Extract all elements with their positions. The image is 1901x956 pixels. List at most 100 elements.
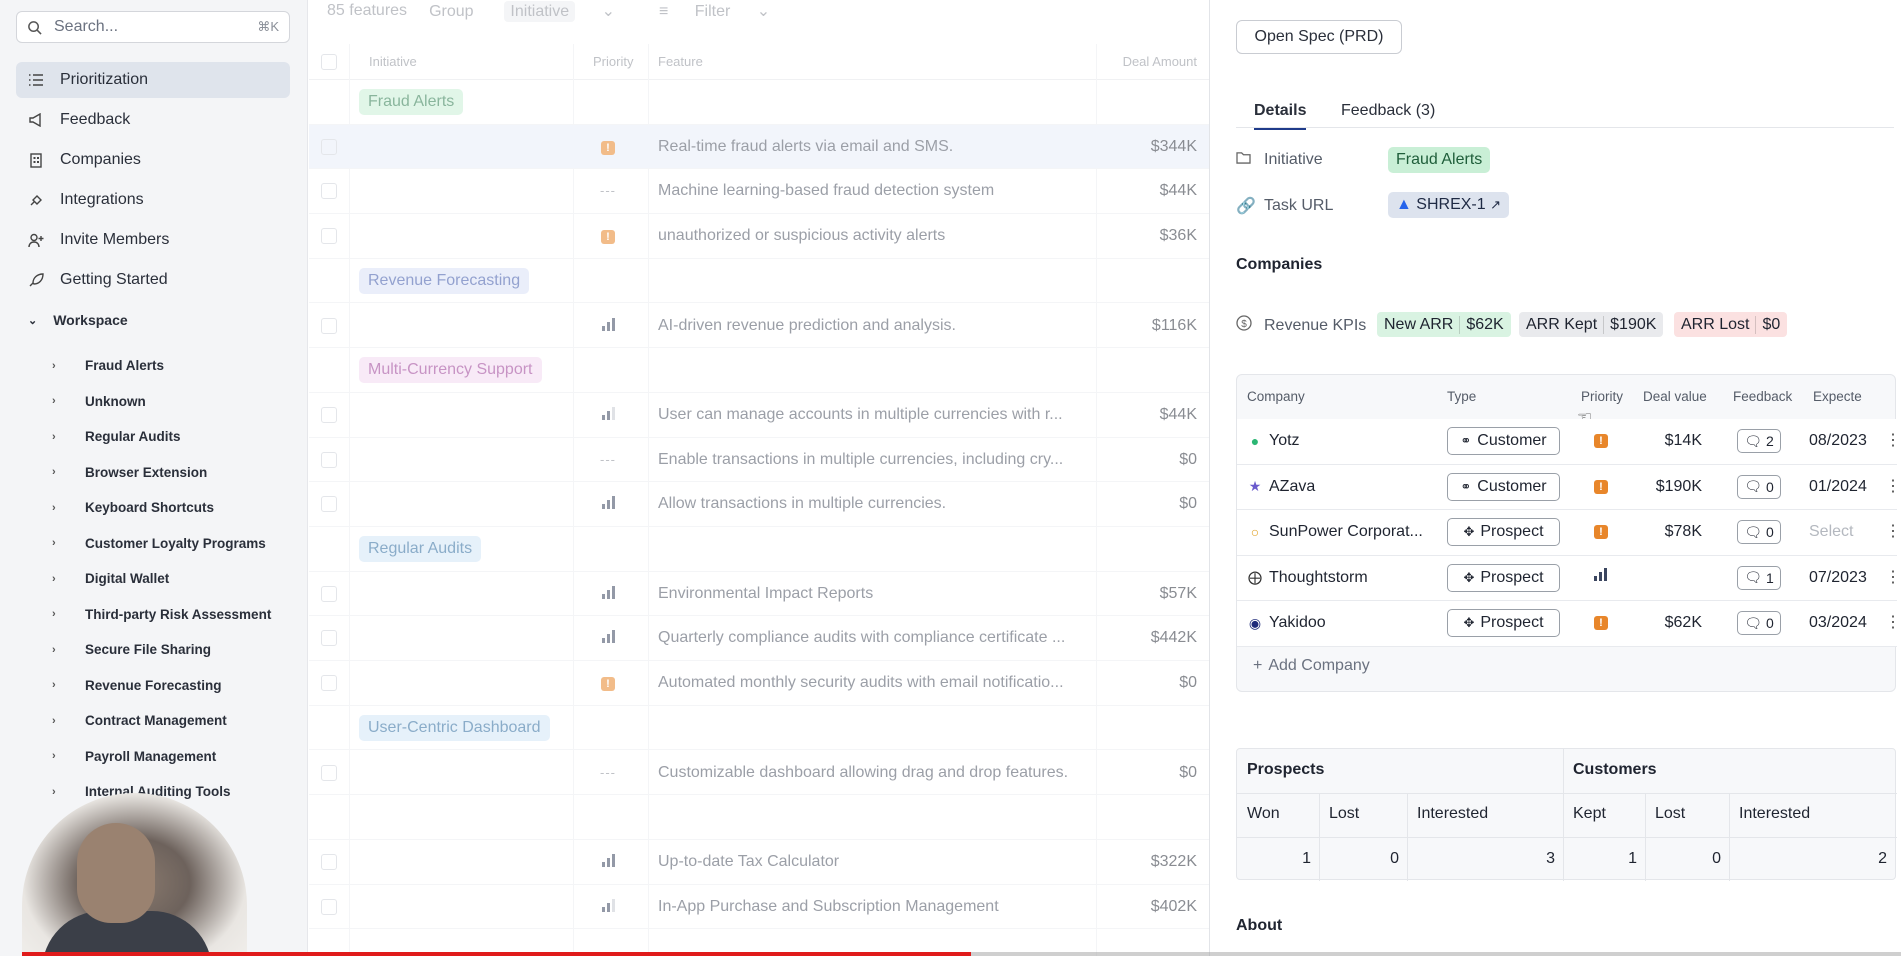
priority-cell[interactable]: ! <box>599 675 617 692</box>
tab-details[interactable]: Details <box>1254 102 1307 130</box>
priority-cell[interactable] <box>599 630 617 646</box>
column-deal-amount[interactable]: Deal Amount <box>1123 54 1197 69</box>
priority-cell[interactable] <box>599 317 617 334</box>
workspace-item[interactable]: › Regular Audits <box>52 419 271 455</box>
priority-cell[interactable] <box>599 585 617 602</box>
workspace-item[interactable]: › Contract Management <box>52 703 271 739</box>
group-row[interactable]: Revenue Forecasting <box>309 259 1209 304</box>
workspace-item[interactable]: › Third-party Risk Assessment <box>52 597 271 633</box>
group-row[interactable]: User-Centric Dashboard <box>309 706 1209 751</box>
company-priority[interactable] <box>1594 567 1610 584</box>
priority-cell[interactable] <box>599 898 617 915</box>
company-feedback-count[interactable]: 🗨 2 <box>1737 429 1781 453</box>
feature-row[interactable]: --- Customizable dashboard allowing drag … <box>309 751 1209 796</box>
group-control[interactable]: Group Initiative ⌄ <box>429 1 637 22</box>
row-checkbox[interactable] <box>321 585 337 602</box>
company-name[interactable]: ● Yotz <box>1247 432 1300 450</box>
row-checkbox[interactable] <box>321 317 337 334</box>
column-feature[interactable]: Feature <box>658 54 703 69</box>
row-checkbox[interactable] <box>321 451 337 468</box>
priority-cell[interactable] <box>599 853 617 870</box>
row-checkbox[interactable] <box>321 228 337 245</box>
feature-row[interactable]: --- Enable transactions in multiple curre… <box>309 438 1209 483</box>
company-feedback-count[interactable]: 🗨 0 <box>1737 520 1781 544</box>
workspace-item[interactable]: › Payroll Management <box>52 739 271 775</box>
feature-row[interactable]: User can manage accounts in multiple cur… <box>309 393 1209 438</box>
company-priority[interactable]: ! <box>1594 477 1610 494</box>
column-expected[interactable]: Expecte <box>1813 389 1868 404</box>
group-row[interactable]: Fraud Alerts <box>309 80 1209 125</box>
company-row[interactable]: ◉ Yakidoo ✥ Prospect! $62K 🗨 0 03/2024 ⋮ <box>1237 601 1901 647</box>
more-options-icon[interactable]: ⋮ <box>1885 521 1901 541</box>
company-type-select[interactable]: ✥ Prospect <box>1447 609 1560 637</box>
workspace-item[interactable]: › Customer Loyalty Programs <box>52 526 271 562</box>
more-options-icon[interactable]: ⋮ <box>1885 476 1901 496</box>
company-row[interactable]: ⨁ Thoughtstorm ✥ Prospect 🗨 1 07/2023 ⋮ <box>1237 555 1901 601</box>
company-type-select[interactable]: ✥ Prospect <box>1447 518 1560 546</box>
priority-cell[interactable]: ! <box>599 228 617 245</box>
company-expected-date[interactable]: 03/2024 <box>1809 614 1871 632</box>
search-input[interactable]: Search... ⌘K <box>16 11 290 43</box>
initiative-tag[interactable]: User-Centric Dashboard <box>359 714 550 741</box>
more-options-icon[interactable]: ⋮ <box>1885 430 1901 450</box>
column-feedback[interactable]: Feedback <box>1733 389 1792 404</box>
priority-cell[interactable]: --- <box>599 765 617 780</box>
initiative-tag[interactable]: Fraud Alerts <box>1388 147 1491 173</box>
more-options-icon[interactable]: ⋮ <box>1885 567 1901 587</box>
workspace-item[interactable]: › Digital Wallet <box>52 561 271 597</box>
sidebar-item-prioritization[interactable]: Prioritization <box>16 62 290 98</box>
company-row[interactable]: ○ SunPower Corporat... ✥ Prospect! $78K 🗨 0 Sel… <box>1237 510 1901 556</box>
priority-cell[interactable]: --- <box>599 183 617 198</box>
row-checkbox[interactable] <box>321 853 337 870</box>
column-deal-value[interactable]: Deal value <box>1643 389 1707 404</box>
row-checkbox[interactable] <box>321 675 337 692</box>
initiative-tag[interactable]: Multi-Currency Support <box>359 357 542 384</box>
company-priority[interactable]: ! <box>1594 613 1610 630</box>
initiative-tag[interactable]: Revenue Forecasting <box>359 267 530 294</box>
video-progress-bar[interactable] <box>22 952 1901 956</box>
feature-row[interactable]: ! Real-time fraud alerts via email and SM… <box>309 124 1209 170</box>
column-priority[interactable]: Priority <box>1581 389 1623 404</box>
sidebar-item-invite-members[interactable]: Invite Members <box>16 222 290 258</box>
company-feedback-count[interactable]: 🗨 0 <box>1737 474 1781 499</box>
company-row[interactable]: ● Yotz ⚭ Customer! $14K 🗨 2 08/2023 ⋮ <box>1237 419 1901 465</box>
company-expected-date[interactable]: 07/2023 <box>1809 569 1871 587</box>
row-checkbox[interactable] <box>321 630 337 647</box>
company-priority[interactable]: ! <box>1594 522 1610 539</box>
add-company-button[interactable]: + Add Company <box>1253 657 1370 675</box>
company-deal-value[interactable]: $78K <box>1632 523 1702 541</box>
company-deal-value[interactable]: $62K <box>1632 614 1702 632</box>
company-name[interactable]: ★ AZava <box>1247 478 1316 496</box>
column-priority[interactable]: Priority <box>593 54 633 69</box>
feature-row[interactable]: Quarterly compliance audits with complia… <box>309 616 1209 662</box>
row-checkbox[interactable] <box>321 406 337 423</box>
row-checkbox[interactable] <box>321 496 337 513</box>
feature-row[interactable]: ! Automated monthly security audits with … <box>309 661 1209 706</box>
feature-row[interactable]: --- Machine learning-based fraud detectio… <box>309 169 1209 215</box>
feature-row[interactable]: Up-to-date Tax Calculator $322K <box>309 840 1209 885</box>
row-checkbox[interactable] <box>321 183 337 200</box>
feature-row[interactable]: Allow transactions in multiple currencie… <box>309 482 1209 527</box>
company-name[interactable]: ◉ Yakidoo <box>1247 614 1326 632</box>
workspace-item[interactable]: › Fraud Alerts <box>52 348 271 384</box>
feature-row[interactable]: In-App Purchase and Subscription Managem… <box>309 885 1209 930</box>
company-expected-date[interactable]: Select <box>1809 523 1871 541</box>
row-checkbox[interactable] <box>321 764 337 781</box>
filter-button[interactable]: ≡ Filter ⌄ <box>659 1 792 21</box>
company-feedback-count[interactable]: 🗨 1 <box>1737 565 1781 590</box>
open-spec-button[interactable]: Open Spec (PRD) <box>1236 20 1402 54</box>
sidebar-item-companies[interactable]: Companies <box>16 142 290 178</box>
row-checkbox[interactable] <box>321 138 337 155</box>
company-deal-value[interactable]: $190K <box>1632 478 1702 496</box>
company-type-select[interactable]: ⚭ Customer <box>1447 427 1560 455</box>
feature-row[interactable]: AI-driven revenue prediction and analysi… <box>309 304 1209 349</box>
more-options-icon[interactable]: ⋮ <box>1885 612 1901 632</box>
sidebar-item-integrations[interactable]: Integrations <box>16 182 290 218</box>
priority-cell[interactable] <box>599 406 617 423</box>
company-feedback-count[interactable]: 🗨 0 <box>1737 611 1781 635</box>
company-type-select[interactable]: ⚭ Customer <box>1447 472 1560 501</box>
column-type[interactable]: Type <box>1447 389 1476 404</box>
group-row[interactable]: Multi-Currency Support <box>309 348 1209 393</box>
select-all-checkbox[interactable] <box>321 54 337 70</box>
sidebar-item-feedback[interactable]: Feedback <box>16 102 290 138</box>
